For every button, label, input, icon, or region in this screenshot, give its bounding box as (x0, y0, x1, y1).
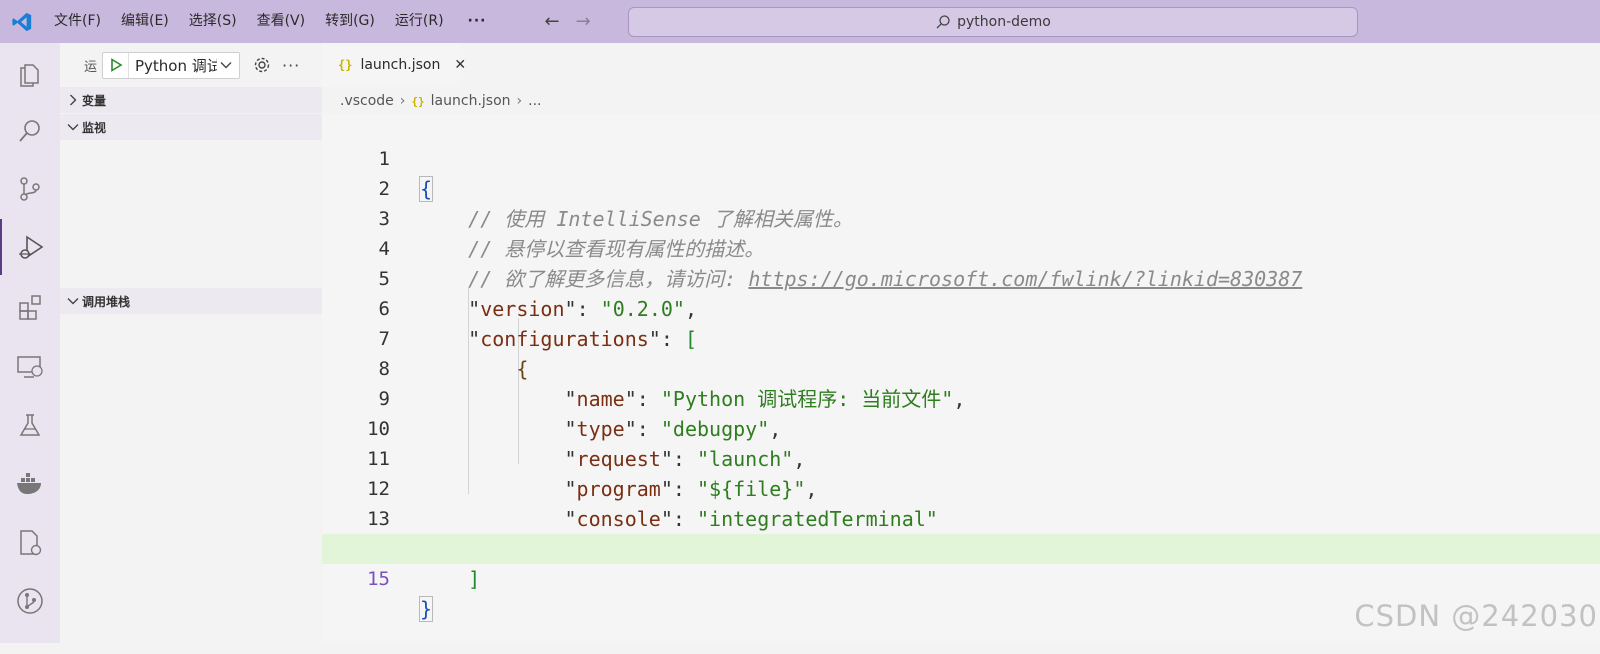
tab-label: launch.json (360, 57, 440, 73)
tab-launch-json[interactable]: {} launch.json ✕ (322, 43, 460, 87)
menu-more-button[interactable]: ··· (454, 0, 501, 43)
section-watch-label: 监视 (82, 119, 106, 136)
code-line: 10 "request": "launch", (322, 384, 1600, 414)
source-control-icon[interactable] (0, 161, 60, 217)
code-line: 3 // 悬停以查看现有属性的描述。 (322, 174, 1600, 204)
line-number: 15 (322, 564, 390, 594)
code-line: 14 ] (322, 504, 1600, 534)
command-center-search[interactable]: python-demo (628, 7, 1358, 37)
settings-sync-icon[interactable] (0, 515, 60, 571)
vscode-logo-icon (0, 0, 44, 43)
code-line: 7 { (322, 294, 1600, 324)
section-callstack-label: 调用堆栈 (82, 293, 130, 310)
explorer-icon[interactable] (0, 45, 60, 101)
code-line-current: 15 } (322, 534, 1600, 564)
debug-toolbar: 运 Python 调试 ··· (60, 43, 322, 87)
section-callstack[interactable]: 调用堆栈 (60, 288, 322, 314)
chevron-down-icon (217, 61, 235, 69)
code-line: 11 "program": "${file}", (322, 414, 1600, 444)
breadcrumb-file[interactable]: launch.json (431, 93, 511, 109)
section-watch[interactable]: 监视 (60, 114, 322, 140)
chevron-right-icon: › (400, 93, 406, 109)
title-bar: 文件(F) 编辑(E) 选择(S) 查看(V) 转到(G) 运行(R) ··· … (0, 0, 1600, 43)
menu-selection[interactable]: 选择(S) (179, 0, 247, 43)
code-editor[interactable]: 1 { 2 // 使用 IntelliSense 了解相关属性。 3 // 悬停… (322, 114, 1600, 643)
menu-go[interactable]: 转到(G) (315, 0, 385, 43)
code-line: 1 { (322, 114, 1600, 144)
json-file-icon: {} (338, 58, 352, 72)
menu-file[interactable]: 文件(F) (44, 0, 111, 43)
chevron-down-icon (60, 297, 82, 305)
close-icon[interactable]: ✕ (454, 57, 466, 73)
code-line: 4 // 欲了解更多信息，请访问: https://go.microsoft.c… (322, 204, 1600, 234)
menu-edit[interactable]: 编辑(E) (111, 0, 179, 43)
run-debug-icon[interactable] (0, 219, 60, 275)
more-actions-icon[interactable]: ··· (282, 56, 300, 75)
start-debugging-button[interactable] (103, 53, 129, 78)
breadcrumb: .vscode › {} launch.json › ... (340, 90, 541, 112)
search-text: python-demo (957, 14, 1051, 30)
code-line: 5 "version": "0.2.0", (322, 234, 1600, 264)
remote-explorer-icon[interactable] (0, 339, 60, 395)
code-line: 12 "console": "integratedTerminal" (322, 444, 1600, 474)
search-icon (935, 14, 951, 30)
code-line: 9 "type": "debugpy", (322, 354, 1600, 384)
json-file-icon: {} (411, 95, 424, 108)
chevron-down-icon (60, 123, 82, 131)
git-graph-icon[interactable] (0, 573, 60, 629)
menu-view[interactable]: 查看(V) (247, 0, 316, 43)
launch-config-select[interactable]: Python 调试 (102, 52, 240, 79)
section-variables[interactable]: 变量 (60, 87, 322, 113)
extensions-icon[interactable] (0, 279, 60, 335)
chevron-right-icon (60, 94, 82, 106)
editor-tabs: {} launch.json ✕ (322, 43, 1600, 87)
watermark: CSDN @242030 (1354, 599, 1598, 633)
code-line: 13 } (322, 474, 1600, 504)
forward-arrow-icon[interactable]: → (576, 11, 591, 32)
run-debug-sidebar: 运 Python 调试 ··· 变量 监视 调用堆栈 (60, 43, 322, 643)
play-icon (109, 58, 123, 72)
back-arrow-icon[interactable]: ← (545, 11, 560, 32)
testing-flask-icon[interactable] (0, 397, 60, 453)
sidebar-title: 运 (84, 56, 98, 75)
launch-config-label: Python 调试 (129, 55, 217, 76)
breadcrumb-more[interactable]: ... (528, 93, 541, 109)
docker-icon[interactable] (0, 455, 60, 511)
activity-bar (0, 43, 60, 643)
gear-icon[interactable] (252, 55, 272, 75)
chevron-right-icon: › (517, 93, 523, 109)
section-variables-label: 变量 (82, 92, 106, 109)
code-line: 2 // 使用 IntelliSense 了解相关属性。 (322, 144, 1600, 174)
menu-run[interactable]: 运行(R) (385, 0, 454, 43)
code-line: 6 "configurations": [ (322, 264, 1600, 294)
breadcrumb-folder[interactable]: .vscode (340, 93, 394, 109)
search-activity-icon[interactable] (0, 103, 60, 159)
code-line: 8 "name": "Python 调试程序: 当前文件", (322, 324, 1600, 354)
